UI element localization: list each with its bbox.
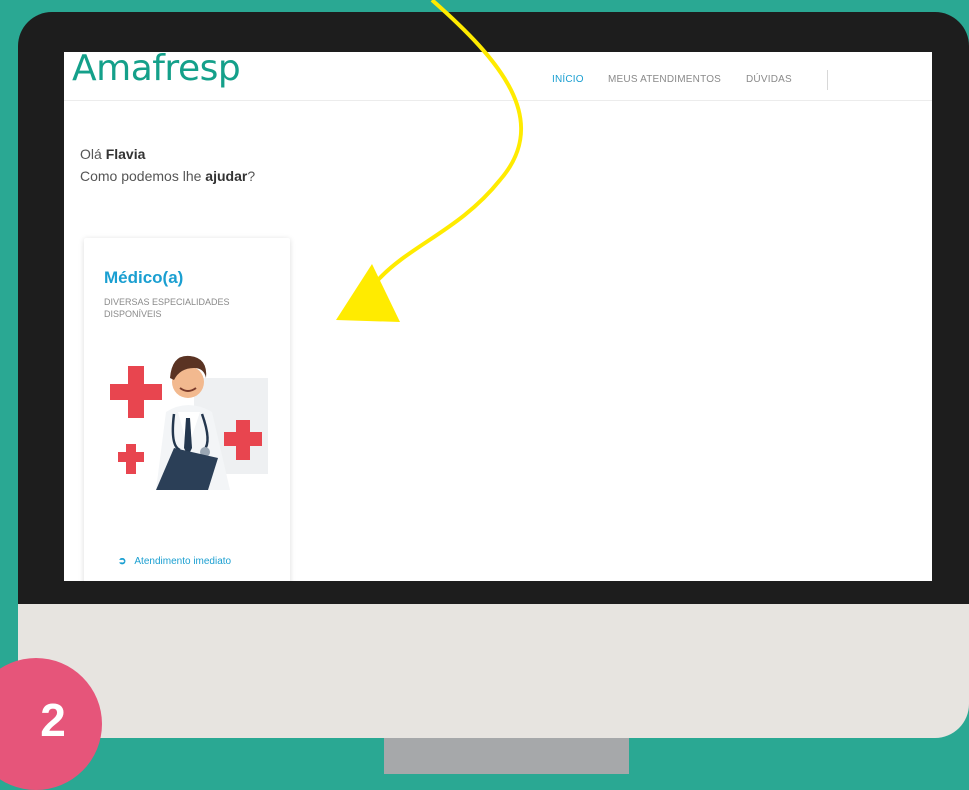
greeting-question-bold: ajudar [205,168,248,184]
greeting-user-name: Flavia [105,146,146,162]
app-screen: Amafresp INÍCIO MEUS ATENDIMENTOS DÚVIDA… [64,52,932,581]
card-title: Médico(a) [104,268,184,287]
nav-item-duvidas[interactable]: DÚVIDAS [746,74,792,85]
monitor-chin [18,604,969,738]
arrow-right-icon: ➲ [118,556,127,567]
top-navbar: Amafresp INÍCIO MEUS ATENDIMENTOS DÚVIDA… [64,52,932,101]
greeting-question-mark: ? [247,168,256,184]
doctor-illustration [110,355,268,490]
immediate-care-button[interactable]: ➲ Atendimento imediato [118,556,231,567]
step-number: 2 [40,694,66,746]
greeting-question: Como podemos lhe ajudar? [80,168,255,184]
card-subtitle: DIVERSAS ESPECIALIDADES DISPONÍVEIS [104,297,230,319]
nav-item-meus-atendimentos[interactable]: MEUS ATENDIMENTOS [608,74,721,85]
greeting-question-text: Como podemos lhe [80,168,202,184]
service-card-medico[interactable]: Médico(a) DIVERSAS ESPECIALIDADES DISPON… [84,238,290,581]
nav-divider [827,70,828,90]
monitor-stand [384,738,629,774]
nav-item-inicio[interactable]: INÍCIO [552,74,584,85]
greeting-hello-text: Olá [80,146,102,162]
greeting-hello: Olá Flavia [80,146,145,162]
amafresp-logo[interactable]: Amafresp [72,52,241,89]
immediate-care-label: Atendimento imediato [134,556,232,567]
